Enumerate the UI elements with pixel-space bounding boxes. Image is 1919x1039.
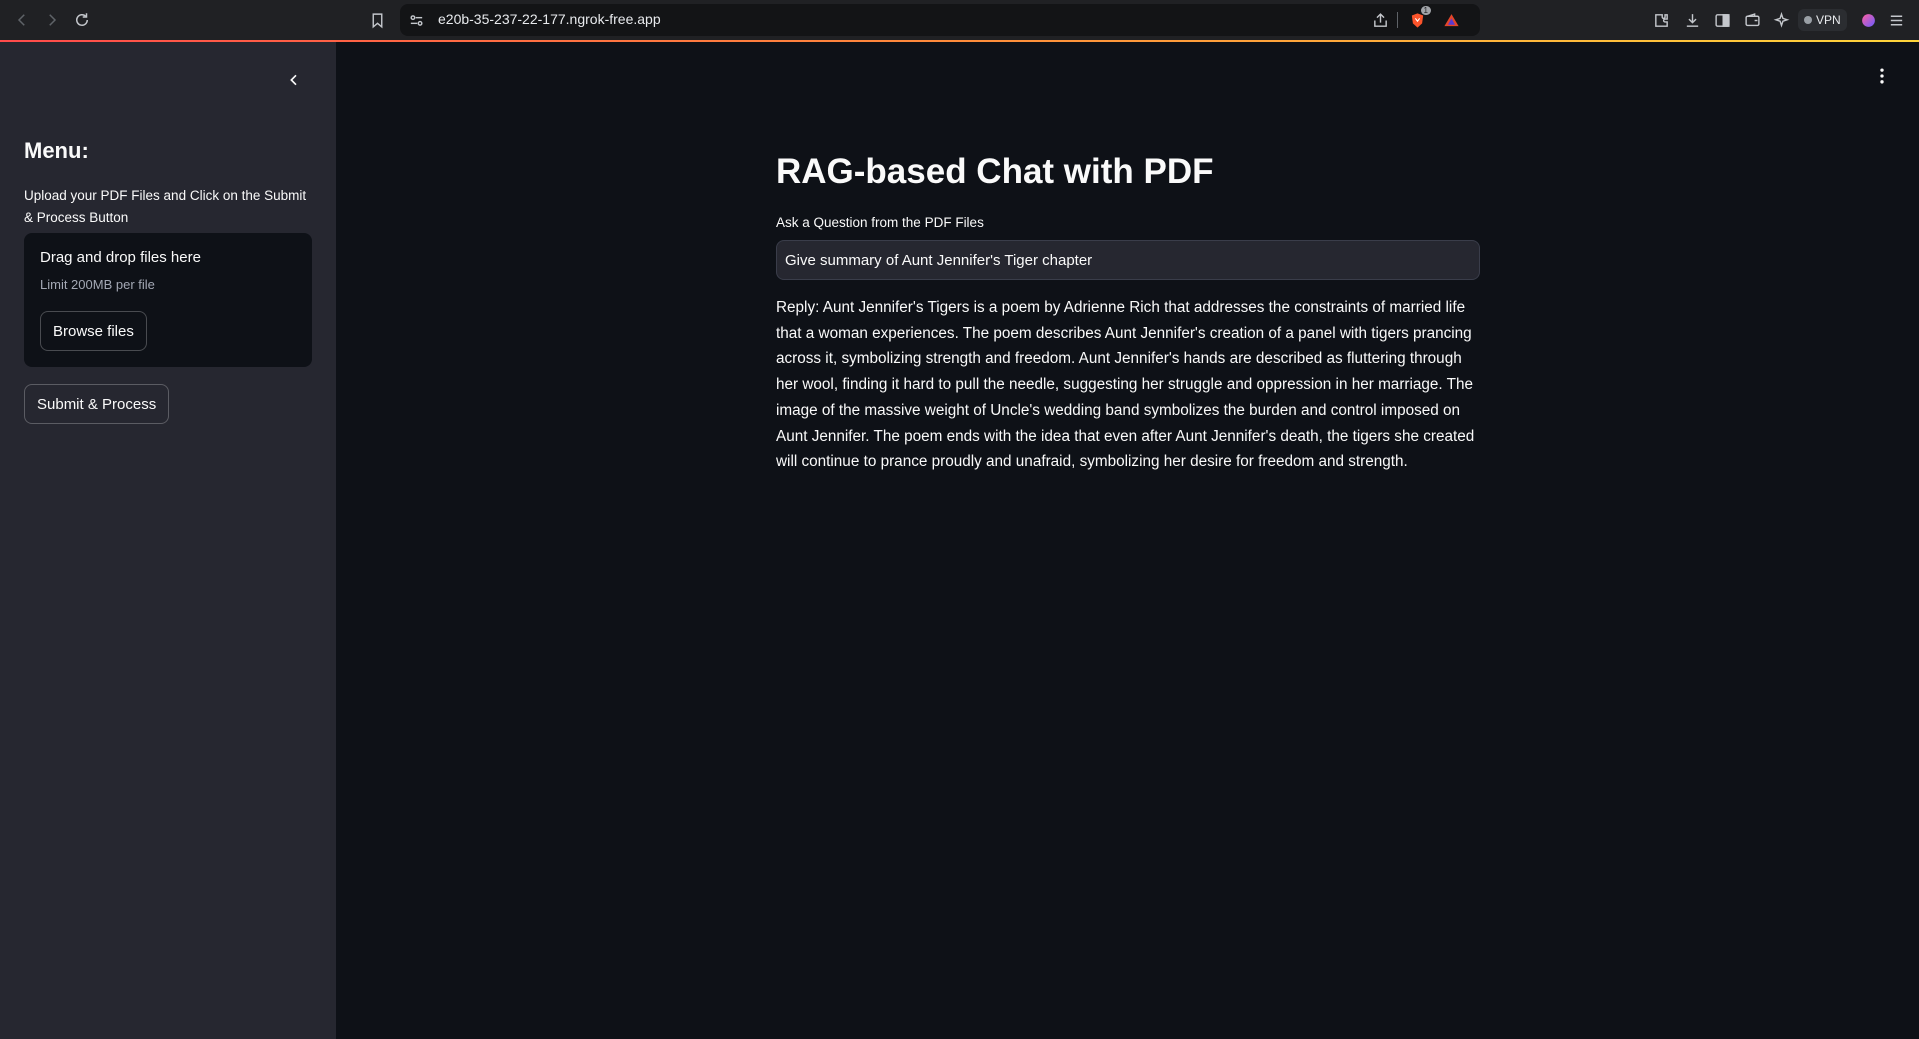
dropzone-title: Drag and drop files here	[40, 249, 201, 266]
dropzone-limit: Limit 200MB per file	[40, 277, 155, 292]
question-input[interactable]	[776, 240, 1480, 280]
question-label: Ask a Question from the PDF Files	[776, 215, 984, 230]
download-icon[interactable]	[1682, 10, 1702, 30]
submit-process-button[interactable]: Submit & Process	[24, 384, 170, 424]
reply-text: Reply: Aunt Jennifer's Tigers is a poem …	[776, 299, 1475, 471]
profile-icon[interactable]	[1858, 10, 1878, 30]
collapse-sidebar-icon[interactable]	[280, 66, 308, 94]
forward-icon[interactable]	[40, 8, 64, 32]
sidebar: Menu: Upload your PDF Files and Click on…	[0, 42, 336, 1039]
share-icon[interactable]	[1370, 10, 1390, 30]
page-title: RAG-based Chat with PDF	[776, 152, 1214, 191]
sidebar-title: Menu:	[24, 138, 89, 163]
file-dropzone[interactable]: Drag and drop files here Limit 200MB per…	[24, 233, 312, 367]
browser-toolbar: e20b-35-237-22-177.ngrok-free.app 1 VPN	[0, 0, 1919, 40]
vpn-button[interactable]: VPN	[1798, 9, 1847, 31]
url-text[interactable]: e20b-35-237-22-177.ngrok-free.app	[438, 11, 661, 27]
brave-rewards-icon[interactable]	[1441, 10, 1461, 30]
site-settings-icon[interactable]	[406, 10, 426, 30]
extensions-icon[interactable]	[1651, 10, 1671, 30]
leo-ai-icon[interactable]	[1771, 10, 1791, 30]
sidebar-icon[interactable]	[1712, 10, 1732, 30]
browse-files-button[interactable]: Browse files	[40, 311, 147, 351]
wallet-icon[interactable]	[1742, 10, 1762, 30]
brave-shields-icon[interactable]: 1	[1407, 6, 1431, 30]
shields-badge: 1	[1420, 6, 1431, 15]
more-options-icon[interactable]	[1870, 64, 1894, 88]
toolbar-divider	[1397, 12, 1398, 28]
vpn-label: VPN	[1816, 13, 1841, 27]
upload-label: Upload your PDF Files and Click on the S…	[24, 188, 307, 225]
bookmark-icon[interactable]	[367, 10, 387, 30]
back-icon[interactable]	[10, 8, 34, 32]
menu-icon[interactable]	[1886, 10, 1906, 30]
reload-icon[interactable]	[70, 8, 94, 32]
vpn-status-icon	[1804, 16, 1812, 24]
